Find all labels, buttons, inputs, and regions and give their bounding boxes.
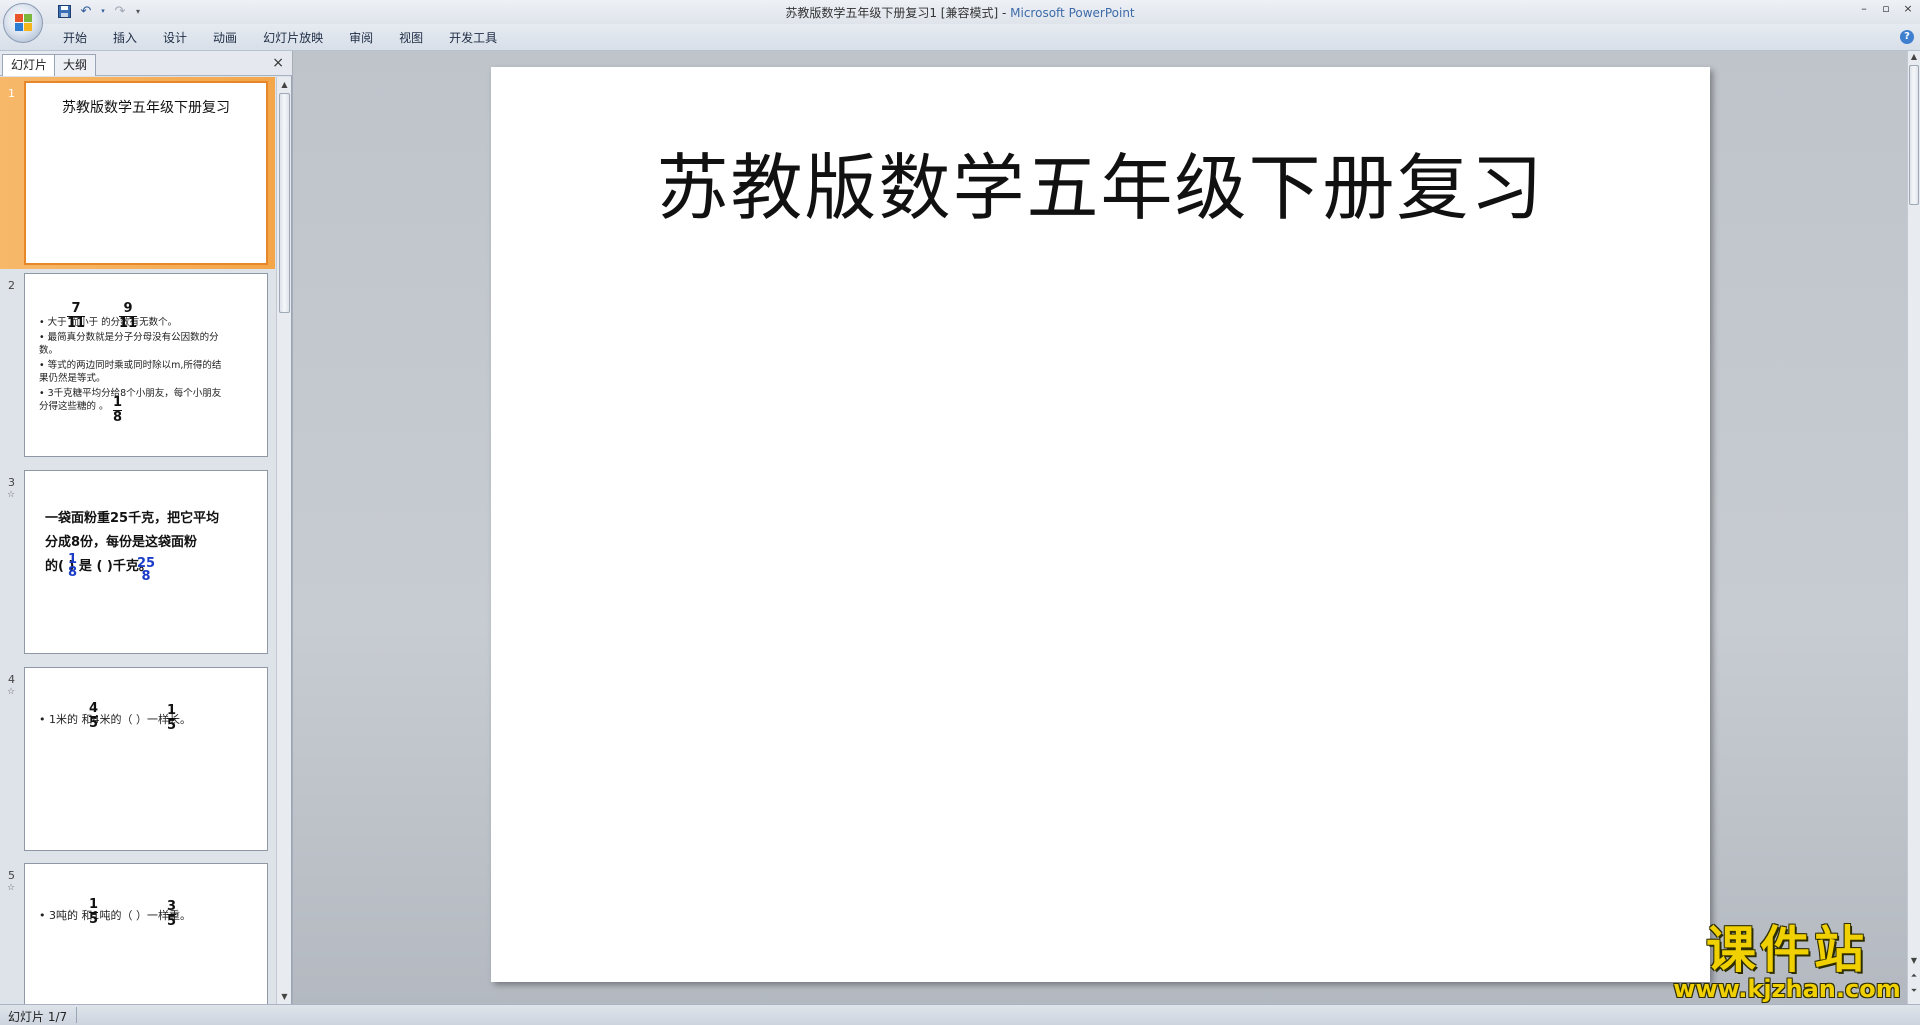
status-bar: 幻灯片 1/7 — [0, 1004, 1920, 1025]
tab-slide-show[interactable]: 幻灯片放映 — [250, 29, 336, 47]
thumbnail-title: 苏教版数学五年级下册复习 — [62, 100, 230, 116]
slide-number: 2 — [8, 279, 15, 292]
scroll-down-icon[interactable]: ▼ — [1908, 956, 1920, 965]
tab-animations[interactable]: 动画 — [200, 29, 250, 47]
previous-slide-icon[interactable]: ⏶ — [1908, 971, 1920, 981]
slide-number: 1 — [8, 87, 15, 100]
watermark-url: www.kjzhan.com — [1673, 975, 1901, 1003]
document-title: 苏教版数学五年级下册复习1 [兼容模式] - — [785, 6, 1011, 20]
scroll-down-icon[interactable]: ▼ — [277, 989, 292, 1004]
restore-icon[interactable]: ▫ — [1880, 2, 1892, 16]
thumbnail-text-line: 分得这些糖的 。 — [39, 401, 109, 412]
slide-number: 5 — [8, 869, 15, 882]
tab-outline[interactable]: 大纲 — [54, 54, 97, 76]
thumbnail-text-line: 果仍然是等式。 — [39, 373, 106, 384]
thumbnail-text-line: 的( ) 是 ( )千克。 — [45, 559, 152, 574]
animation-star-icon: ☆ — [7, 883, 16, 893]
slide-canvas[interactable]: 苏教版数学五年级下册复习 — [491, 67, 1710, 982]
fraction: 15 — [167, 703, 177, 733]
thumbnail-row-2[interactable]: 2 • 大于 而小于 的分数有无数个。 • 最简真分数就是分子分母没有公因数的分… — [0, 269, 275, 461]
slide-editor: 苏教版数学五年级下册复习 — [293, 51, 1907, 1004]
fraction: 18 — [113, 395, 123, 425]
next-slide-icon[interactable]: ⏷ — [1908, 986, 1920, 996]
slide-thumbnail-1[interactable]: 苏教版数学五年级下册复习 — [24, 81, 268, 265]
slide-thumbnail-5[interactable]: • 3吨的 和1吨的（ ）一样重。 15 35 — [24, 863, 268, 1004]
fraction: 18 — [68, 552, 78, 580]
thumbnail-row-3[interactable]: 3 ☆ 一袋面粉重25千克，把它平均 分成8份，每份是这袋面粉 的( ) 是 (… — [0, 466, 275, 658]
slides-pane: 幻灯片 大纲 × 1 苏教版数学五年级下册复习 2 • 大于 而小于 的分数有无… — [0, 51, 292, 1004]
slide-thumbnail-3[interactable]: 一袋面粉重25千克，把它平均 分成8份，每份是这袋面粉 的( ) 是 ( )千克… — [24, 470, 268, 654]
scroll-up-icon[interactable]: ▲ — [1908, 52, 1920, 61]
watermark: 课件站 www.kjzhan.com — [1668, 923, 1906, 1003]
thumbnail-row-1[interactable]: 1 苏教版数学五年级下册复习 — [0, 77, 275, 269]
editor-scrollbar[interactable]: ▲ ▼ ⏶ ⏷ — [1907, 51, 1920, 1004]
thumbnail-row-4[interactable]: 4 ☆ • 1米的 和4米的（ ）一样长。 45 15 — [0, 663, 275, 855]
thumbnails-scrollbar[interactable]: ▲ ▼ — [276, 77, 291, 1004]
fraction: 25 8 — [137, 556, 156, 584]
thumbnail-text-line: • 等式的两边同时乘或同时除以m,所得的结 — [39, 360, 222, 371]
window-controls: – ▫ × — [1858, 2, 1914, 16]
thumbnail-text-line: • 最简真分数就是分子分母没有公因数的分 — [39, 332, 219, 343]
fraction: 45 — [89, 701, 99, 731]
slide-counter: 幻灯片 1/7 — [8, 1010, 68, 1024]
animation-star-icon: ☆ — [7, 490, 16, 500]
thumbnail-text-line: • 大于 而小于 的分数有无数个。 — [39, 317, 178, 328]
thumbnail-text-line: 分成8份，每份是这袋面粉 — [45, 535, 198, 550]
status-divider — [76, 1007, 77, 1023]
fraction: 7 11 — [67, 301, 86, 331]
scrollbar-thumb[interactable] — [1909, 65, 1919, 205]
fraction: 9 11 — [119, 301, 138, 331]
office-logo-icon — [15, 14, 33, 32]
slide-number: 4 — [8, 673, 15, 686]
thumbnail-text-line: 一袋面粉重25千克，把它平均 — [45, 511, 220, 526]
thumbnail-text-line: • 3千克糖平均分给8个小朋友，每个小朋友 — [39, 388, 222, 399]
tab-view[interactable]: 视图 — [386, 29, 436, 47]
slide-title[interactable]: 苏教版数学五年级下册复习 — [491, 129, 1710, 234]
thumbnail-text-line: 数。 — [39, 345, 59, 356]
minimize-icon[interactable]: – — [1858, 2, 1870, 16]
title-bar: ↶ ▾ ↷ ▾ 苏教版数学五年级下册复习1 [兼容模式] - Microsoft… — [0, 0, 1920, 43]
watermark-title: 课件站 — [1706, 921, 1868, 979]
slide-thumbnails: 1 苏教版数学五年级下册复习 2 • 大于 而小于 的分数有无数个。 • 最简真… — [0, 77, 275, 1004]
office-button[interactable] — [3, 3, 43, 43]
tab-slides[interactable]: 幻灯片 — [2, 54, 57, 76]
fraction: 35 — [167, 899, 177, 929]
tab-design[interactable]: 设计 — [150, 29, 200, 47]
ribbon-tab-bar: 开始 插入 设计 动画 幻灯片放映 审阅 视图 开发工具 ? — [0, 24, 1920, 51]
app-name: Microsoft PowerPoint — [1010, 6, 1135, 20]
slide-number: 3 — [8, 476, 15, 489]
scroll-up-icon[interactable]: ▲ — [277, 77, 292, 92]
slide-thumbnail-4[interactable]: • 1米的 和4米的（ ）一样长。 45 15 — [24, 667, 268, 851]
tab-review[interactable]: 审阅 — [336, 29, 386, 47]
pane-tabs: 幻灯片 大纲 × — [0, 51, 292, 76]
slide-thumbnail-2[interactable]: • 大于 而小于 的分数有无数个。 • 最简真分数就是分子分母没有公因数的分 数… — [24, 273, 268, 457]
scrollbar-thumb[interactable] — [279, 93, 290, 313]
pane-close-icon[interactable]: × — [272, 55, 284, 71]
thumbnail-row-5[interactable]: 5 ☆ • 3吨的 和1吨的（ ）一样重。 15 35 — [0, 859, 275, 1004]
fraction: 15 — [89, 897, 99, 927]
window-title: 苏教版数学五年级下册复习1 [兼容模式] - Microsoft PowerPo… — [0, 4, 1920, 21]
help-icon[interactable]: ? — [1900, 30, 1914, 44]
tab-home[interactable]: 开始 — [50, 29, 100, 47]
close-icon[interactable]: × — [1902, 2, 1914, 16]
tab-insert[interactable]: 插入 — [100, 29, 150, 47]
animation-star-icon: ☆ — [7, 687, 16, 697]
tab-developer[interactable]: 开发工具 — [436, 29, 510, 47]
